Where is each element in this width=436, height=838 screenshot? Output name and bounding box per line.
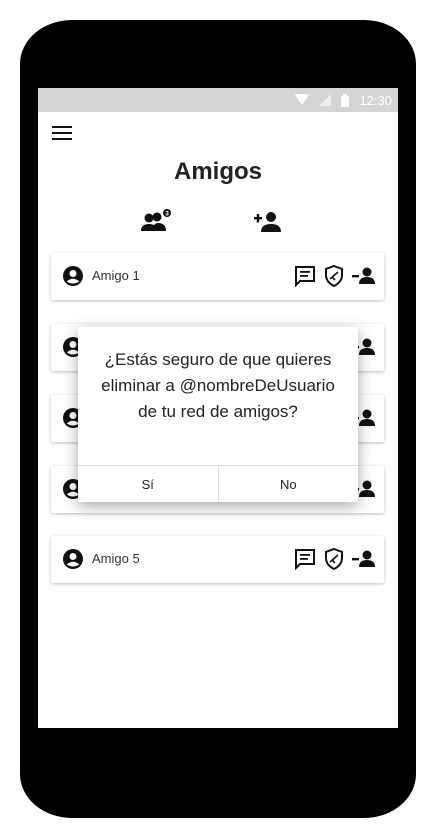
- friend-name: Amigo 5: [92, 551, 140, 566]
- friend-card[interactable]: Amigo 5: [51, 536, 384, 583]
- friend-name: Amigo 1: [92, 268, 140, 283]
- confirm-no-button[interactable]: No: [217, 466, 359, 502]
- remove-friend-icon[interactable]: [352, 265, 376, 287]
- remove-friend-icon[interactable]: [352, 548, 376, 570]
- wifi-icon: [295, 94, 310, 106]
- friend-requests-icon[interactable]: 3: [140, 208, 171, 234]
- chat-icon[interactable]: [294, 265, 316, 287]
- shield-icon[interactable]: [324, 265, 344, 287]
- dialog-message: ¿Estás seguro de que quieres eliminar a …: [101, 350, 335, 421]
- battery-icon: [341, 93, 350, 107]
- status-bar: 12:30: [38, 88, 398, 112]
- chat-icon[interactable]: [294, 548, 316, 570]
- status-time: 12:30: [359, 92, 392, 108]
- requests-badge: 3: [165, 210, 169, 217]
- account-circle-icon: [63, 266, 83, 291]
- confirm-remove-dialog: ¿Estás seguro de que quieres eliminar a …: [78, 327, 358, 502]
- app-screen: 12:30 Amigos 3 Amigo 1 Amigo 5 ¿Estás se…: [38, 88, 398, 728]
- dialog-actions: Sí No: [78, 465, 358, 502]
- page-title: Amigos: [173, 158, 262, 185]
- add-friend-icon[interactable]: [253, 208, 283, 234]
- friend-card[interactable]: Amigo 1: [51, 253, 384, 300]
- confirm-yes-button[interactable]: Sí: [78, 466, 218, 502]
- signal-icon: [319, 94, 332, 106]
- shield-icon[interactable]: [324, 548, 344, 570]
- menu-icon[interactable]: [52, 126, 72, 142]
- account-circle-icon: [63, 549, 83, 574]
